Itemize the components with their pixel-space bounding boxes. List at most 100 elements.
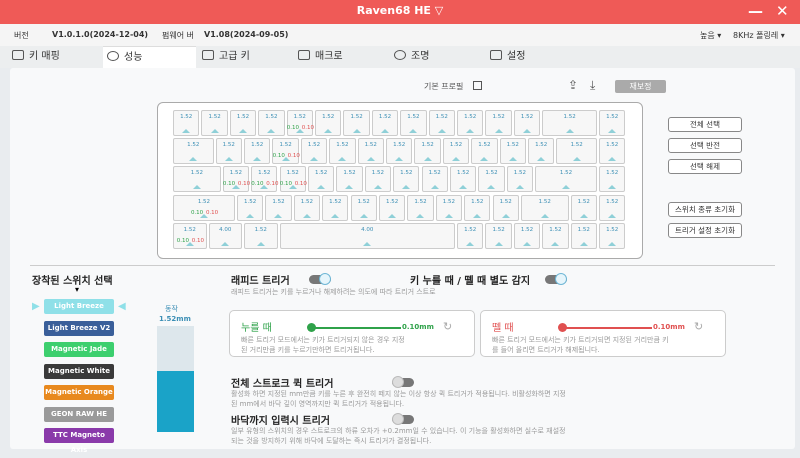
key[interactable]: 1.52 xyxy=(421,166,448,192)
key[interactable]: 1.52 xyxy=(513,110,541,136)
key[interactable]: 1.52 0.10 0.10 xyxy=(173,195,235,221)
key[interactable]: 1.52 xyxy=(173,166,221,192)
switch-option[interactable]: Magnetic Jade xyxy=(44,342,114,357)
key[interactable]: 1.52 xyxy=(357,138,384,164)
key[interactable]: 1.52 xyxy=(265,195,292,221)
key[interactable]: 1.52 xyxy=(173,110,200,136)
key[interactable]: 1.52 xyxy=(492,195,519,221)
key[interactable]: 1.52 xyxy=(307,166,335,192)
key[interactable]: 1.52 xyxy=(378,195,406,221)
key[interactable]: 1.52 xyxy=(364,166,392,192)
key[interactable]: 1.52 xyxy=(478,166,505,192)
key[interactable]: 1.52 xyxy=(293,195,321,221)
key[interactable]: 1.52 xyxy=(535,166,597,192)
switch-option[interactable]: TTC Magneto Axis xyxy=(44,428,114,454)
key[interactable]: 1.52 xyxy=(457,110,484,136)
key[interactable]: 1.52 xyxy=(570,195,597,221)
key[interactable]: 1.52 xyxy=(350,195,377,221)
deselect-button[interactable]: 선택 해제 xyxy=(668,159,742,174)
switch-option[interactable]: Magnetic Orange xyxy=(44,385,114,400)
tab-performance[interactable]: 성능 xyxy=(103,46,196,68)
key[interactable]: 1.52 0.10 0.10 xyxy=(251,166,279,192)
key[interactable]: 1.52 xyxy=(471,138,498,164)
key[interactable]: 1.52 xyxy=(258,110,285,136)
actuation-gauge[interactable] xyxy=(157,326,194,432)
switch-dropdown-icon[interactable]: ▾ xyxy=(75,285,79,294)
key[interactable]: 1.52 xyxy=(201,110,228,136)
bottom-out-toggle[interactable] xyxy=(392,413,414,425)
press-reset-icon[interactable]: ↻ xyxy=(443,320,452,333)
key[interactable]: 1.52 xyxy=(442,138,470,164)
release-reset-icon[interactable]: ↻ xyxy=(694,320,703,333)
key[interactable]: 1.52 xyxy=(570,223,597,249)
rapid-trigger-toggle[interactable] xyxy=(309,273,331,285)
key[interactable]: 1.52 xyxy=(506,166,534,192)
key[interactable]: 1.52 xyxy=(528,138,555,164)
profile-qr-icon[interactable] xyxy=(473,81,482,90)
key[interactable]: 1.52 0.10 0.10 xyxy=(272,138,300,164)
release-slider[interactable] xyxy=(562,327,652,329)
key[interactable]: 1.52 xyxy=(407,195,434,221)
key[interactable]: 1.52 xyxy=(343,110,370,136)
key[interactable]: 1.52 xyxy=(457,223,484,249)
switch-option[interactable]: Magnetic White xyxy=(44,363,114,379)
switch-option[interactable]: Light Breeze V2 xyxy=(44,320,114,336)
switch-option[interactable]: GEON RAW HE xyxy=(44,406,114,422)
key[interactable]: 1.52 0.10 0.10 xyxy=(173,223,207,249)
key[interactable]: 1.52 xyxy=(244,138,271,164)
level-select[interactable]: 높음 ▾ xyxy=(700,30,721,41)
download-icon[interactable]: ⤓ xyxy=(590,78,595,93)
key[interactable]: 1.52 xyxy=(215,138,242,164)
key[interactable]: 1.52 xyxy=(414,138,441,164)
key[interactable]: 1.52 xyxy=(542,223,569,249)
key[interactable]: 1.52 xyxy=(428,110,455,136)
key[interactable]: 1.52 xyxy=(513,223,541,249)
minimize-button[interactable]: — xyxy=(748,2,763,20)
tab-settings[interactable]: 설정 xyxy=(490,46,580,68)
key[interactable]: 1.52 xyxy=(173,138,214,164)
key[interactable]: 1.52 xyxy=(542,110,597,136)
key[interactable]: 1.52 xyxy=(599,166,626,192)
tab-macro[interactable]: 매크로 xyxy=(298,46,388,68)
key[interactable]: 1.52 xyxy=(464,195,491,221)
key[interactable]: 1.52 xyxy=(229,110,257,136)
tab-key-mapping[interactable]: 키 매핑 xyxy=(12,46,102,68)
press-slider[interactable] xyxy=(311,327,401,329)
key[interactable]: 1.52 xyxy=(599,110,626,136)
key[interactable]: 1.52 xyxy=(400,110,427,136)
key[interactable]: 1.52 xyxy=(599,138,626,164)
key[interactable]: 1.52 xyxy=(599,195,626,221)
key[interactable]: 1.52 xyxy=(435,195,463,221)
key[interactable]: 1.52 xyxy=(236,195,264,221)
key[interactable]: 1.52 xyxy=(336,166,363,192)
tab-lighting[interactable]: 조명 xyxy=(394,46,484,68)
polling-select[interactable]: 8KHz 폴링레 ▾ xyxy=(733,30,785,41)
key[interactable]: 1.52 xyxy=(499,138,526,164)
key[interactable]: 1.52 xyxy=(556,138,597,164)
key[interactable]: 1.52 0.10 0.10 xyxy=(286,110,314,136)
upload-icon[interactable]: ⇪ xyxy=(568,78,578,92)
switch-option[interactable]: Light Breeze xyxy=(44,299,114,314)
key[interactable]: 1.52 xyxy=(520,195,569,221)
key[interactable]: 1.52 xyxy=(386,138,413,164)
key[interactable]: 1.52 xyxy=(599,223,626,249)
key[interactable]: 1.52 xyxy=(315,110,342,136)
key[interactable]: 4.00 xyxy=(208,223,242,249)
press-slider-handle[interactable] xyxy=(307,323,316,332)
key[interactable]: 1.52 xyxy=(393,166,420,192)
full-stroke-toggle[interactable] xyxy=(392,376,414,388)
key[interactable]: 1.52 xyxy=(371,110,399,136)
key[interactable]: 1.52 xyxy=(244,223,278,249)
left-arrow-icon[interactable]: ▶ xyxy=(32,301,40,312)
invert-selection-button[interactable]: 선택 반전 xyxy=(668,138,742,153)
key[interactable]: 1.52 xyxy=(485,110,512,136)
separate-trigger-toggle[interactable] xyxy=(545,273,567,285)
key[interactable]: 1.52 0.10 0.10 xyxy=(222,166,250,192)
key[interactable]: 1.52 xyxy=(329,138,356,164)
key[interactable]: 1.52 0.10 0.10 xyxy=(279,166,307,192)
tab-advanced-keys[interactable]: 고급 키 xyxy=(202,46,292,68)
key[interactable]: 1.52 xyxy=(485,223,512,249)
release-slider-handle[interactable] xyxy=(558,323,567,332)
recalibrate-button[interactable]: 재보정 xyxy=(615,80,666,93)
key[interactable]: 1.52 xyxy=(300,138,328,164)
